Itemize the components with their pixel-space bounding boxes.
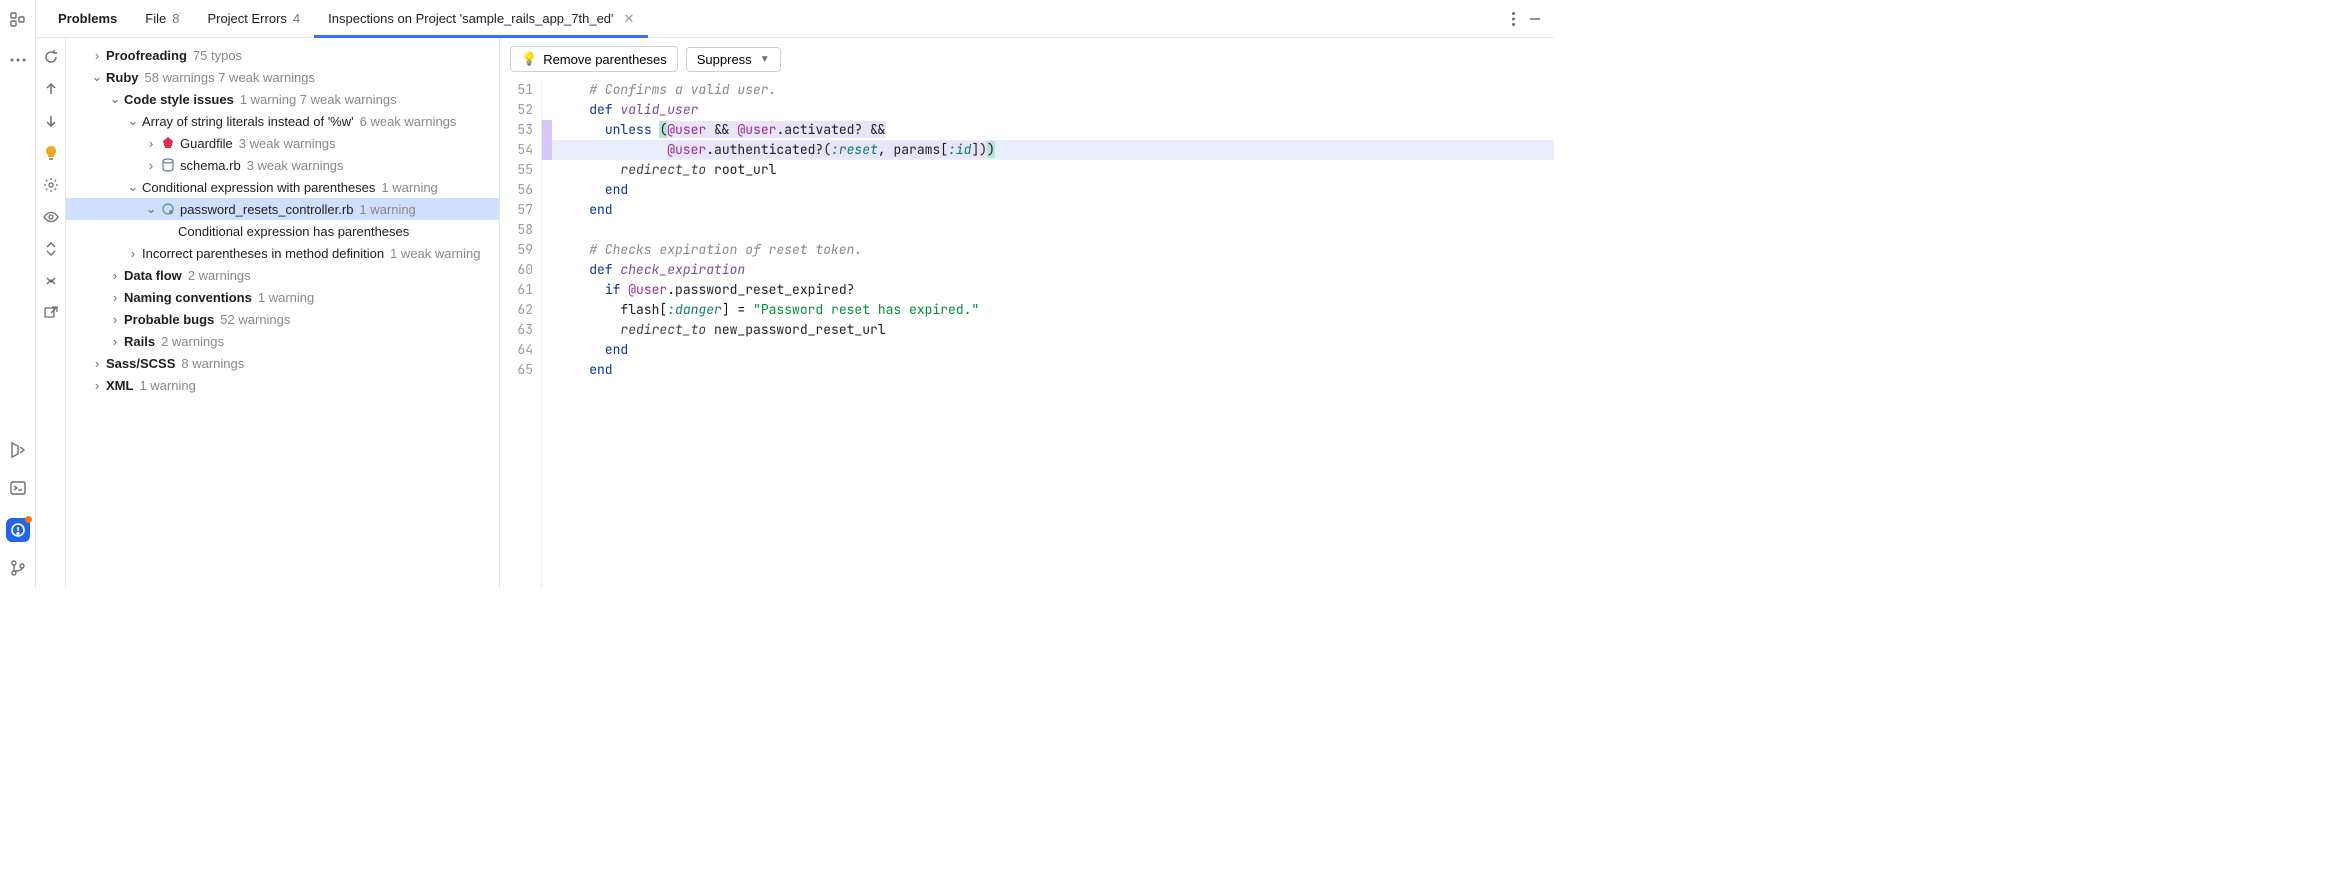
chevron-down-icon: ▼ — [760, 54, 770, 65]
tree-node-incorrect-paren[interactable]: ›Incorrect parentheses in method definit… — [66, 242, 499, 264]
tree-node-guardfile[interactable]: ›Guardfile3 weak warnings — [66, 132, 499, 154]
tree-node-array-literals[interactable]: ⌄Array of string literals instead of '%w… — [66, 110, 499, 132]
chevron-down-icon: ⌄ — [90, 69, 104, 85]
chevron-right-icon: › — [90, 356, 104, 371]
bulb-icon: 💡 — [521, 51, 537, 67]
tab-inspections[interactable]: Inspections on Project 'sample_rails_app… — [314, 0, 648, 37]
export-icon[interactable] — [42, 304, 60, 322]
expand-collapse-icon[interactable] — [42, 240, 60, 258]
tree-gutter — [36, 38, 66, 588]
tree-node-proofreading[interactable]: ›Proofreading75 typos — [66, 44, 499, 66]
vcs-branch-icon[interactable] — [8, 558, 28, 578]
code-lines[interactable]: # Confirms a valid user. def valid_user … — [552, 80, 1554, 588]
code-preview: 💡 Remove parentheses Suppress ▼ 51 52 53… — [500, 38, 1554, 588]
controller-file-icon — [160, 201, 176, 217]
minimize-icon[interactable] — [1524, 8, 1546, 30]
ruby-file-icon — [160, 135, 176, 151]
tree-leaf-cond-has-paren[interactable]: Conditional expression has parentheses — [66, 220, 499, 242]
arrow-down-icon[interactable] — [42, 112, 60, 130]
rerun-icon[interactable] — [42, 48, 60, 66]
chevron-right-icon: › — [108, 334, 122, 349]
far-left-toolbar — [0, 0, 36, 588]
tree-node-data-flow[interactable]: ›Data flow2 warnings — [66, 264, 499, 286]
chevron-right-icon: › — [144, 136, 158, 151]
tab-label: Inspections on Project 'sample_rails_app… — [328, 11, 613, 26]
remove-parentheses-button[interactable]: 💡 Remove parentheses — [510, 46, 678, 72]
tree-node-naming[interactable]: ›Naming conventions1 warning — [66, 286, 499, 308]
chevron-down-icon: ⌄ — [126, 179, 140, 195]
inspect-badge-icon[interactable] — [6, 518, 30, 542]
settings-icon[interactable] — [42, 176, 60, 194]
tree-node-cond-paren[interactable]: ⌄Conditional expression with parentheses… — [66, 176, 499, 198]
chevron-right-icon: › — [90, 48, 104, 63]
marker-strip — [542, 80, 552, 588]
chevron-down-icon: ⌄ — [108, 91, 122, 107]
chevron-right-icon: › — [144, 158, 158, 173]
tree-node-probable[interactable]: ›Probable bugs52 warnings — [66, 308, 499, 330]
editor-toolbar: 💡 Remove parentheses Suppress ▼ — [500, 38, 1554, 80]
bulb-icon[interactable] — [42, 144, 60, 162]
tree-node-password-resets[interactable]: ⌄password_resets_controller.rb1 warning — [66, 198, 499, 220]
tab-project-errors[interactable]: Project Errors 4 — [193, 0, 314, 37]
tree-node-ruby[interactable]: ⌄Ruby58 warnings 7 weak warnings — [66, 66, 499, 88]
tree-node-code-style[interactable]: ⌄Code style issues1 warning 7 weak warni… — [66, 88, 499, 110]
chevron-right-icon: › — [108, 290, 122, 305]
chevron-right-icon: › — [90, 378, 104, 393]
run-icon[interactable] — [8, 440, 28, 460]
kebab-icon[interactable] — [1502, 8, 1524, 30]
line-gutter: 51 52 53 54 55 56 57 58 59 60 61 62 63 6… — [500, 80, 542, 588]
button-label: Remove parentheses — [543, 52, 667, 67]
tab-label: Problems — [58, 11, 117, 26]
chevron-right-icon: › — [108, 312, 122, 327]
button-label: Suppress — [697, 52, 752, 67]
tab-count: 8 — [172, 11, 179, 26]
terminal-icon[interactable] — [8, 478, 28, 498]
tab-label: File — [145, 11, 166, 26]
tree-node-schema[interactable]: ›schema.rb3 weak warnings — [66, 154, 499, 176]
inspection-tree: ›Proofreading75 typos ⌄Ruby58 warnings 7… — [66, 38, 500, 588]
arrow-up-icon[interactable] — [42, 80, 60, 98]
chevron-down-icon: ⌄ — [144, 201, 158, 217]
suppress-button[interactable]: Suppress ▼ — [686, 47, 781, 72]
tree-node-sass[interactable]: ›Sass/SCSS8 warnings — [66, 352, 499, 374]
tree-node-xml[interactable]: ›XML1 warning — [66, 374, 499, 396]
eye-icon[interactable] — [42, 208, 60, 226]
chevron-right-icon: › — [126, 246, 140, 261]
tab-count: 4 — [293, 11, 300, 26]
chevron-down-icon: ⌄ — [126, 113, 140, 129]
tab-label: Project Errors — [207, 11, 286, 26]
tab-problems[interactable]: Problems — [44, 0, 131, 37]
more-icon[interactable] — [8, 50, 28, 70]
tree-node-rails[interactable]: ›Rails2 warnings — [66, 330, 499, 352]
db-file-icon — [160, 157, 176, 173]
chevron-right-icon: › — [108, 268, 122, 283]
widgets-icon[interactable] — [8, 10, 28, 30]
problems-tabbar: Problems File 8 Project Errors 4 Inspect… — [36, 0, 1554, 38]
close-icon[interactable]: ✕ — [624, 11, 635, 27]
tab-file[interactable]: File 8 — [131, 0, 193, 37]
collapse-all-icon[interactable] — [42, 272, 60, 290]
